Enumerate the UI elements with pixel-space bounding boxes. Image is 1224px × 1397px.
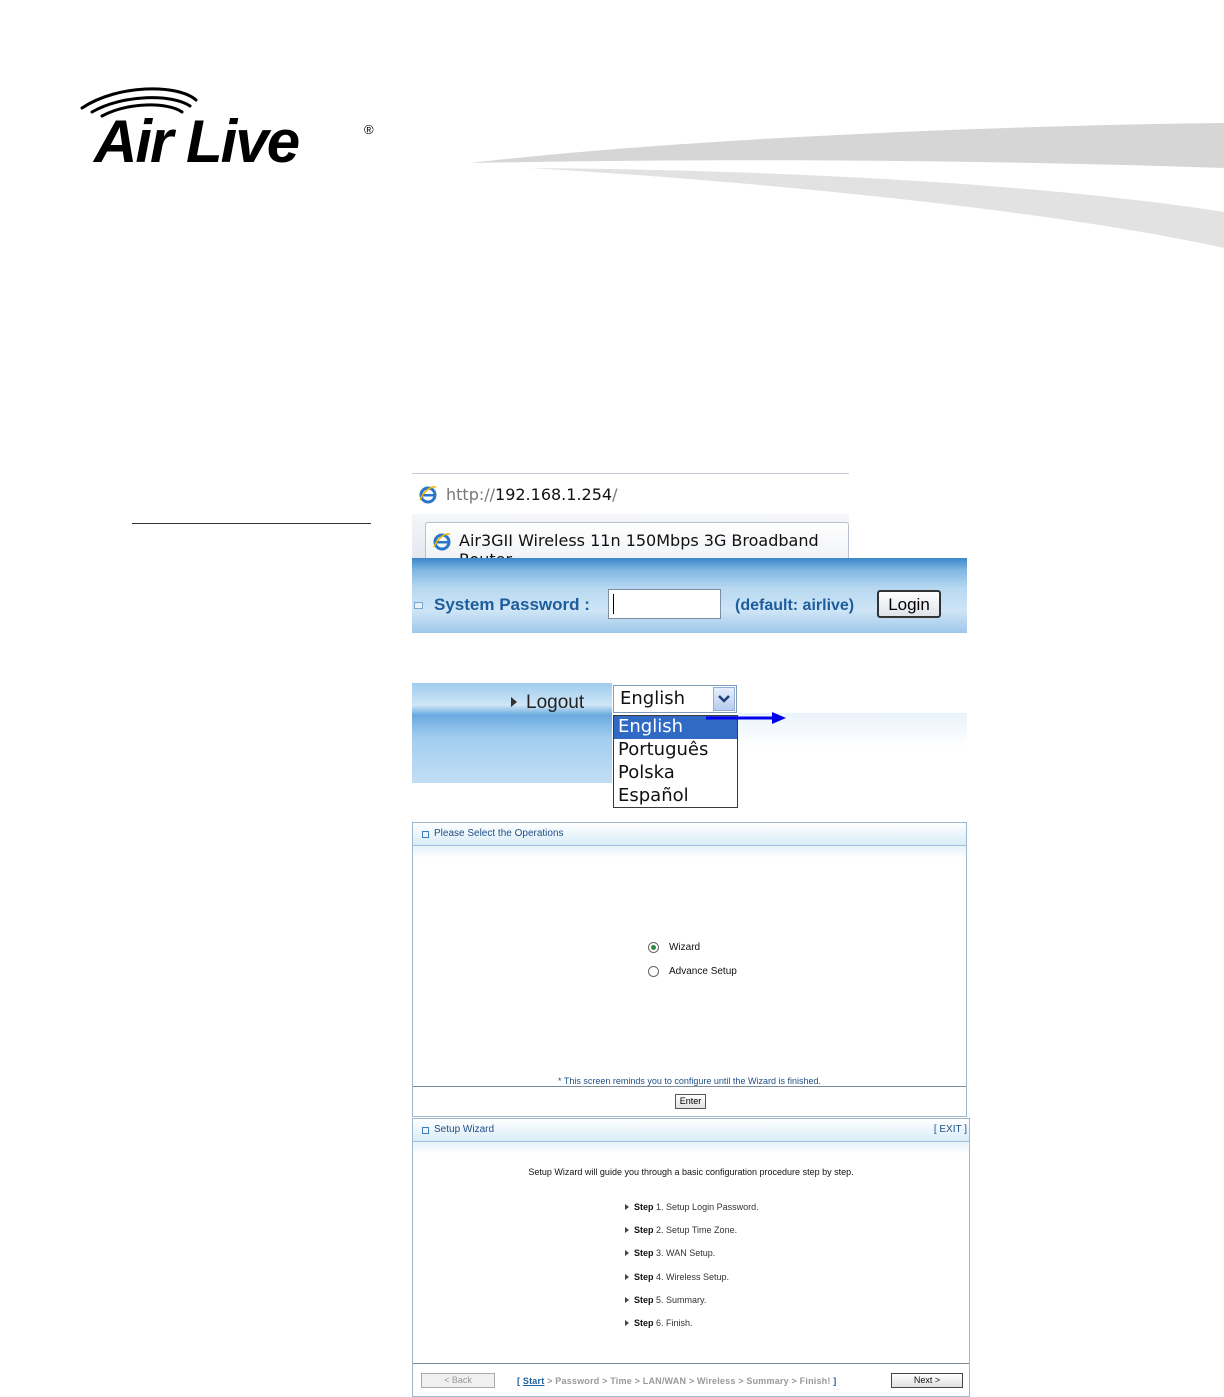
language-selected-value: English (620, 688, 685, 709)
address-url[interactable]: http://192.168.1.254/ (446, 485, 617, 504)
panel-header-fade (413, 846, 966, 858)
wizard-intro: Setup Wizard will guide you through a ba… (528, 1167, 854, 1177)
wizard-step: Step 1. Setup Login Password. (625, 1202, 759, 1212)
language-select[interactable]: English (613, 685, 737, 713)
logout-arrow-icon (511, 697, 517, 707)
ie-page-icon (433, 533, 451, 551)
step-word: Step (634, 1295, 654, 1305)
step-arrow-icon (625, 1204, 629, 1210)
panel-header: Please Select the Operations (413, 823, 966, 846)
login-bar: System Password : (default: airlive) Log… (412, 558, 967, 633)
step-text: 4. Wireless Setup. (656, 1272, 730, 1282)
panel-bullet-icon (422, 1127, 429, 1134)
divider (413, 1363, 969, 1364)
panel-title: Setup Wizard (434, 1124, 495, 1135)
password-label: System Password : (434, 595, 590, 614)
next-button[interactable]: Next > (891, 1373, 963, 1388)
wizard-step: Step 3. WAN Setup. (625, 1248, 715, 1258)
enter-button[interactable]: Enter (675, 1094, 706, 1109)
ie-browser-icon (419, 486, 437, 504)
step-text: 1. Setup Login Password. (656, 1202, 759, 1212)
panel-bullet-icon (422, 831, 429, 838)
margin-rule (132, 523, 371, 524)
wizard-step: Step 4. Wireless Setup. (625, 1272, 729, 1282)
breadcrumb-steps: > Password > Time > LAN/WAN > Wireless >… (547, 1376, 831, 1386)
language-option[interactable]: Español (614, 785, 737, 808)
step-text: 2. Setup Time Zone. (656, 1225, 738, 1235)
logout-link[interactable]: Logout (526, 692, 584, 714)
advance-setup-radio[interactable] (648, 966, 659, 977)
divider (413, 1086, 966, 1087)
step-text: 5. Summary. (656, 1295, 707, 1305)
language-option[interactable]: Polska (614, 762, 737, 785)
password-input[interactable] (608, 589, 721, 619)
logout-bar: Logout (412, 683, 612, 783)
step-word: Step (634, 1248, 654, 1258)
url-host: 192.168.1.254 (495, 485, 613, 504)
step-text: 6. Finish. (656, 1318, 693, 1328)
panel-title: Please Select the Operations (434, 828, 564, 839)
exit-link[interactable]: [ EXIT ] (934, 1124, 967, 1135)
url-path: / (612, 485, 618, 504)
wizard-step: Step 2. Setup Time Zone. (625, 1225, 737, 1235)
step-arrow-icon (625, 1227, 629, 1233)
airlive-logo: Air Live ® (80, 87, 374, 171)
setup-wizard-panel: Setup Wizard [ EXIT ] Setup Wizard will … (412, 1118, 970, 1397)
radio-selected-dot (651, 945, 656, 950)
step-word: Step (634, 1225, 654, 1235)
panel-header-fade (413, 1142, 969, 1154)
default-password-hint: (default: airlive) (735, 597, 855, 614)
step-word: Step (634, 1272, 654, 1282)
step-arrow-icon (625, 1297, 629, 1303)
dropdown-button[interactable] (713, 687, 735, 711)
login-button[interactable]: Login (877, 590, 941, 618)
browser-tab[interactable]: Air3GII Wireless 11n 150Mbps 3G Broadban… (425, 522, 849, 569)
step-arrow-icon (625, 1250, 629, 1256)
breadcrumb-current[interactable]: Start (523, 1376, 545, 1386)
wizard-step: Step 6. Finish. (625, 1318, 693, 1328)
step-arrow-icon (625, 1274, 629, 1280)
language-options-list[interactable]: English Português Polska Español (613, 715, 738, 808)
advance-setup-radio-label[interactable]: Advance Setup (669, 966, 737, 977)
chevron-down-icon (718, 695, 730, 703)
breadcrumb-close: ] (833, 1376, 837, 1386)
bar-handle (414, 602, 423, 609)
wizard-radio[interactable] (648, 942, 659, 953)
header-swoosh-graphic (470, 123, 1224, 248)
back-button[interactable]: < Back (421, 1373, 495, 1388)
step-word: Step (634, 1318, 654, 1328)
breadcrumb-open: [ (517, 1376, 521, 1386)
language-option[interactable]: Português (614, 739, 737, 762)
step-word: Step (634, 1202, 654, 1212)
operations-panel: Please Select the Operations Wizard Adva… (412, 822, 967, 1117)
svg-text:Air Live: Air Live (92, 108, 299, 171)
step-arrow-icon (625, 1320, 629, 1326)
wizard-radio-label[interactable]: Wizard (669, 942, 700, 953)
wizard-breadcrumb: [ Start > Password > Time > LAN/WAN > Wi… (517, 1376, 836, 1386)
text-caret (613, 594, 614, 614)
step-text: 3. WAN Setup. (656, 1248, 716, 1258)
wizard-reminder-note: * This screen reminds you to configure u… (558, 1076, 821, 1086)
browser-address-bar[interactable]: http://192.168.1.254/ (412, 473, 849, 515)
panel-header: Setup Wizard [ EXIT ] (413, 1119, 969, 1142)
wizard-step: Step 5. Summary. (625, 1295, 706, 1305)
svg-text:®: ® (364, 122, 374, 137)
pointer-arrow-icon (706, 712, 786, 724)
url-scheme: http:// (446, 485, 496, 504)
